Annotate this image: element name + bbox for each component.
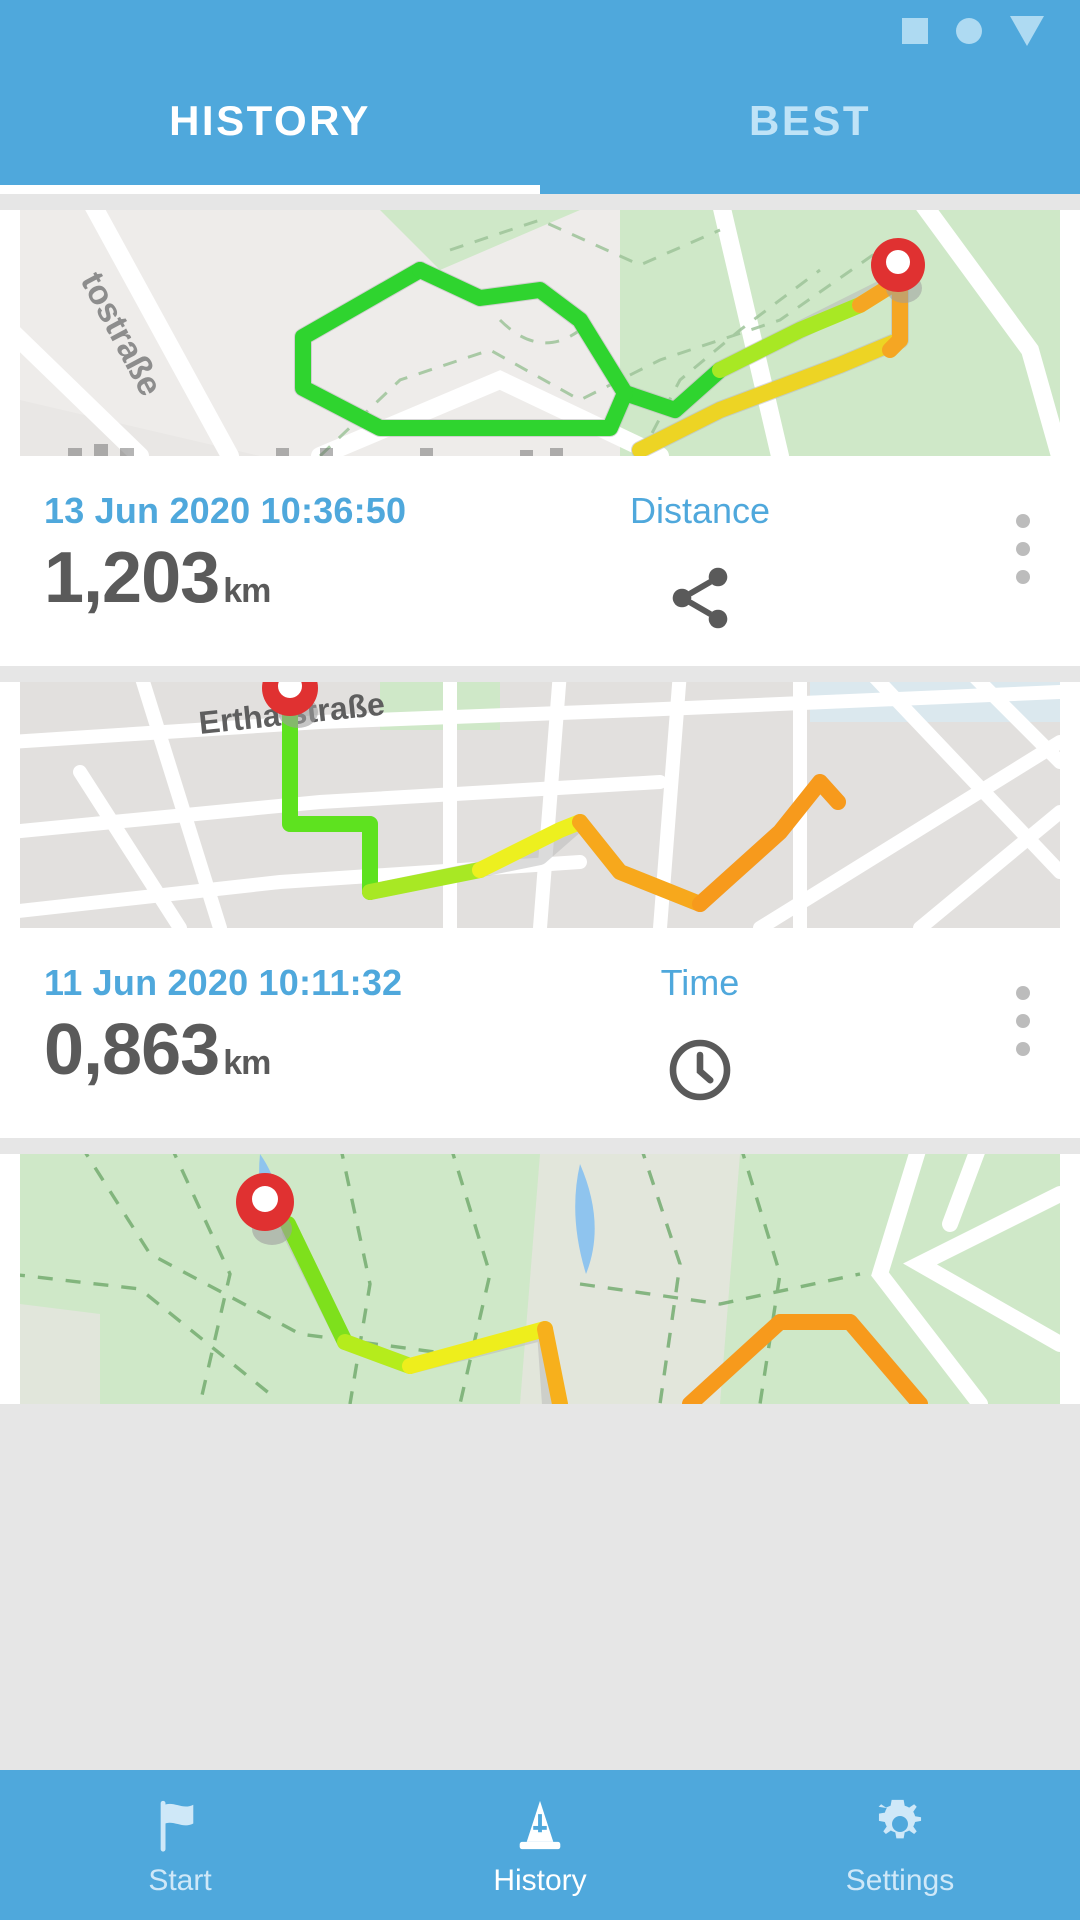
traffic-cone-icon [511,1792,569,1854]
activity-value-row: 1,203 km [44,542,1036,614]
route-map-preview[interactable]: tostraße [20,210,1060,456]
tab-history[interactable]: HISTORY [0,62,540,194]
tab-best-label: BEST [748,97,871,144]
activity-value: 1,203 [44,538,220,618]
activity-details: 13 Jun 2020 10:36:50 1,203 km Distance [0,456,1080,666]
bottom-navigation: Start History Settings [0,1770,1080,1920]
metric-block[interactable]: Time [580,962,820,1106]
tab-history-label: HISTORY [169,97,371,144]
activity-unit: km [223,572,271,610]
kebab-menu-icon[interactable] [1010,508,1036,590]
clock-icon[interactable] [580,1034,820,1106]
nav-item-settings[interactable]: Settings [720,1792,1080,1898]
metric-block[interactable]: Distance [580,490,820,634]
map-graphic [20,1154,1060,1404]
map-graphic: tostraße [20,210,1060,456]
nav-label-start: Start [148,1864,212,1897]
app-root: HISTORY BEST tostraße 13 Jun 2020 10:36:… [0,0,1080,1920]
route-map-preview[interactable] [20,1154,1060,1404]
activity-card[interactable]: Erthalstraße 11 Jun 2020 10:11:32 [0,682,1080,1138]
activity-unit: km [223,1044,271,1082]
route-map-preview[interactable]: Erthalstraße [20,682,1060,928]
square-icon [902,18,928,44]
metric-label: Distance [629,490,771,531]
flag-icon [151,1792,209,1854]
nav-label-history: History [493,1864,587,1897]
activity-value-row: 0,863 km [44,1014,1036,1086]
activity-details: 11 Jun 2020 10:11:32 0,863 km Time [0,928,1080,1138]
triangle-down-icon [1010,16,1044,46]
tab-active-indicator [0,185,540,194]
activity-date: 13 Jun 2020 10:36:50 [44,490,407,531]
metric-label: Time [660,962,740,1003]
nav-item-start[interactable]: Start [0,1792,360,1898]
status-bar [0,0,1080,62]
activity-card[interactable] [0,1154,1080,1404]
nav-label-settings: Settings [845,1864,955,1897]
activity-value: 0,863 [44,1010,220,1090]
activity-list[interactable]: tostraße 13 Jun 2020 10:36:50 1,203 km D… [0,194,1080,1920]
share-icon[interactable] [580,562,820,634]
tab-bar: HISTORY BEST [0,62,1080,194]
circle-icon [956,18,982,44]
nav-item-history[interactable]: History [360,1792,720,1898]
activity-card[interactable]: tostraße 13 Jun 2020 10:36:50 1,203 km D… [0,210,1080,666]
tab-best[interactable]: BEST [540,62,1080,194]
gear-icon [871,1792,929,1854]
kebab-menu-icon[interactable] [1010,980,1036,1062]
activity-date: 11 Jun 2020 10:11:32 [44,962,403,1003]
map-graphic: Erthalstraße [20,682,1060,928]
